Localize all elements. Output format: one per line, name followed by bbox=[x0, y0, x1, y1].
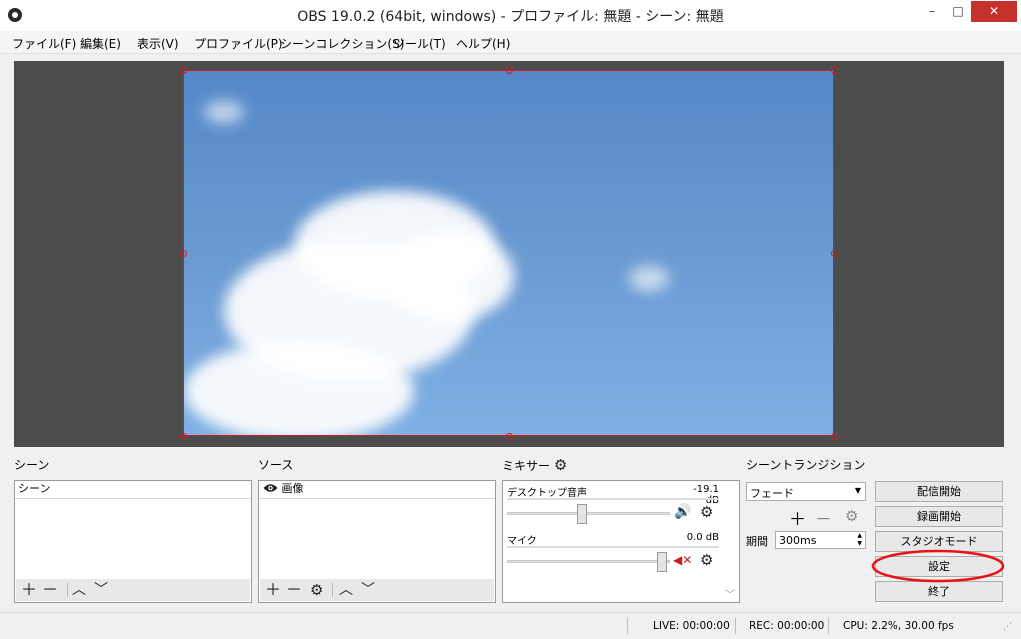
menu-scene-collection[interactable]: シーンコレクション(S) bbox=[280, 35, 404, 52]
add-scene-button[interactable]: ＋ bbox=[21, 580, 37, 600]
scroll-down-icon[interactable]: ﹀ bbox=[725, 586, 735, 601]
source-properties-gear-icon[interactable]: ⚙ bbox=[310, 580, 323, 600]
menu-file[interactable]: ファイル(F) bbox=[12, 35, 76, 52]
duration-spinbox[interactable]: 300ms ▲ ▼ bbox=[775, 531, 866, 549]
move-down-icon[interactable]: ﹀ bbox=[361, 580, 375, 600]
transition-select-value: フェード bbox=[750, 487, 794, 500]
status-divider bbox=[735, 618, 736, 634]
volume-slider-thumb[interactable] bbox=[577, 504, 588, 524]
live-status: LIVE: 00:00:00 bbox=[653, 620, 730, 632]
source-name: 画像 bbox=[281, 482, 304, 495]
remove-transition-button[interactable]: － bbox=[815, 505, 832, 530]
remove-source-button[interactable]: － bbox=[286, 580, 302, 600]
scenes-title: シーン bbox=[14, 458, 50, 472]
muted-speaker-icon[interactable]: ◀✕ bbox=[673, 553, 692, 567]
add-transition-button[interactable]: ＋ bbox=[789, 505, 806, 530]
volume-meter bbox=[507, 498, 719, 500]
toolbar-divider bbox=[332, 583, 333, 597]
chevron-down-icon: ▼ bbox=[854, 486, 861, 495]
speaker-icon[interactable]: 🔊 bbox=[674, 504, 691, 520]
menu-profile[interactable]: プロファイル(P) bbox=[194, 35, 283, 52]
cloud-shape bbox=[204, 101, 244, 123]
close-button[interactable]: ✕ bbox=[971, 1, 1017, 22]
menu-tools[interactable]: ツール(T) bbox=[393, 35, 446, 52]
resize-handle-bottom-left[interactable] bbox=[180, 433, 187, 440]
transition-gear-icon[interactable]: ⚙ bbox=[845, 507, 858, 525]
volume-slider-thumb[interactable] bbox=[656, 552, 667, 572]
source-item[interactable]: 画像 bbox=[259, 481, 495, 499]
resize-handle-bottom-right[interactable] bbox=[831, 433, 838, 440]
menu-view[interactable]: 表示(V) bbox=[137, 35, 179, 52]
scenes-list[interactable]: シーン ＋ － ︿ ﹀ bbox=[14, 480, 252, 603]
duration-label: 期間 bbox=[746, 535, 768, 548]
sources-title: ソース bbox=[258, 458, 294, 472]
window-title: OBS 19.0.2 (64bit, windows) - プロファイル: 無題… bbox=[297, 9, 724, 25]
resize-handle-bottom[interactable] bbox=[506, 433, 513, 440]
add-source-button[interactable]: ＋ bbox=[265, 580, 281, 600]
resize-handle-top-right[interactable] bbox=[831, 67, 838, 74]
spin-arrows-icon[interactable]: ▲ ▼ bbox=[857, 532, 862, 548]
rec-status: REC: 00:00:00 bbox=[749, 620, 825, 632]
duration-value: 300ms bbox=[779, 534, 817, 547]
mixer-title: ミキサー ⚙ bbox=[502, 456, 567, 474]
start-streaming-button[interactable]: 配信開始 bbox=[875, 481, 1003, 502]
status-divider bbox=[627, 618, 628, 634]
volume-slider-track[interactable] bbox=[507, 512, 670, 515]
eye-icon[interactable] bbox=[263, 483, 278, 493]
cloud-shape bbox=[629, 266, 669, 291]
resize-grip-icon[interactable]: ⋰ bbox=[1003, 622, 1012, 632]
image-source-preview[interactable] bbox=[183, 70, 834, 436]
sources-toolbar: ＋ － ⚙ ︿ ﹀ bbox=[260, 579, 494, 601]
channel-level-mic: 0.0 dB bbox=[686, 532, 719, 543]
resize-handle-top[interactable] bbox=[506, 67, 513, 74]
volume-slider-track[interactable] bbox=[507, 560, 670, 563]
start-recording-button[interactable]: 録画開始 bbox=[875, 506, 1003, 527]
status-bar: LIVE: 00:00:00 REC: 00:00:00 CPU: 2.2%, … bbox=[0, 612, 1021, 639]
channel-name-desktop-audio: デスクトップ音声 bbox=[507, 488, 587, 499]
toolbar-divider bbox=[67, 583, 68, 597]
mixer-gear-icon[interactable]: ⚙ bbox=[554, 456, 567, 474]
channel-name-mic: マイク bbox=[507, 536, 537, 547]
menu-help[interactable]: ヘルプ(H) bbox=[456, 35, 510, 52]
channel-gear-icon[interactable]: ⚙ bbox=[700, 551, 713, 569]
move-up-icon[interactable]: ︿ bbox=[72, 580, 86, 600]
sources-list[interactable]: 画像 ＋ － ⚙ ︿ ﹀ bbox=[258, 480, 496, 603]
resize-handle-left[interactable] bbox=[180, 250, 187, 257]
remove-scene-button[interactable]: － bbox=[42, 580, 58, 600]
cpu-status: CPU: 2.2%, 30.00 fps bbox=[843, 620, 954, 632]
mixer-panel: デスクトップ音声 -19.1 dB 🔊 ⚙ マイク 0.0 dB ◀✕ ⚙ ﹀ bbox=[502, 480, 740, 603]
status-divider bbox=[828, 618, 829, 634]
title-bar: OBS 19.0.2 (64bit, windows) - プロファイル: 無題… bbox=[0, 0, 1021, 31]
scenes-toolbar: ＋ － ︿ ﹀ bbox=[16, 579, 250, 601]
menu-bar: ファイル(F) 編集(E) 表示(V) プロファイル(P) シーンコレクション(… bbox=[0, 31, 1021, 54]
annotation-highlight-circle bbox=[871, 549, 1005, 583]
channel-gear-icon[interactable]: ⚙ bbox=[700, 503, 713, 521]
menu-edit[interactable]: 編集(E) bbox=[80, 35, 121, 52]
maximize-button[interactable]: □ bbox=[945, 1, 971, 22]
minimize-button[interactable]: – bbox=[919, 1, 945, 22]
transition-select[interactable]: フェード ▼ bbox=[746, 482, 866, 501]
transitions-title: シーントランジション bbox=[746, 458, 866, 472]
volume-meter bbox=[507, 546, 719, 548]
cloud-shape bbox=[384, 231, 514, 321]
scene-item[interactable]: シーン bbox=[15, 481, 251, 499]
resize-handle-right[interactable] bbox=[831, 250, 838, 257]
mixer-title-label: ミキサー bbox=[502, 459, 551, 473]
move-down-icon[interactable]: ﹀ bbox=[94, 580, 108, 600]
cloud-shape bbox=[184, 341, 414, 435]
resize-handle-top-left[interactable] bbox=[180, 67, 187, 74]
move-up-icon[interactable]: ︿ bbox=[339, 580, 353, 600]
